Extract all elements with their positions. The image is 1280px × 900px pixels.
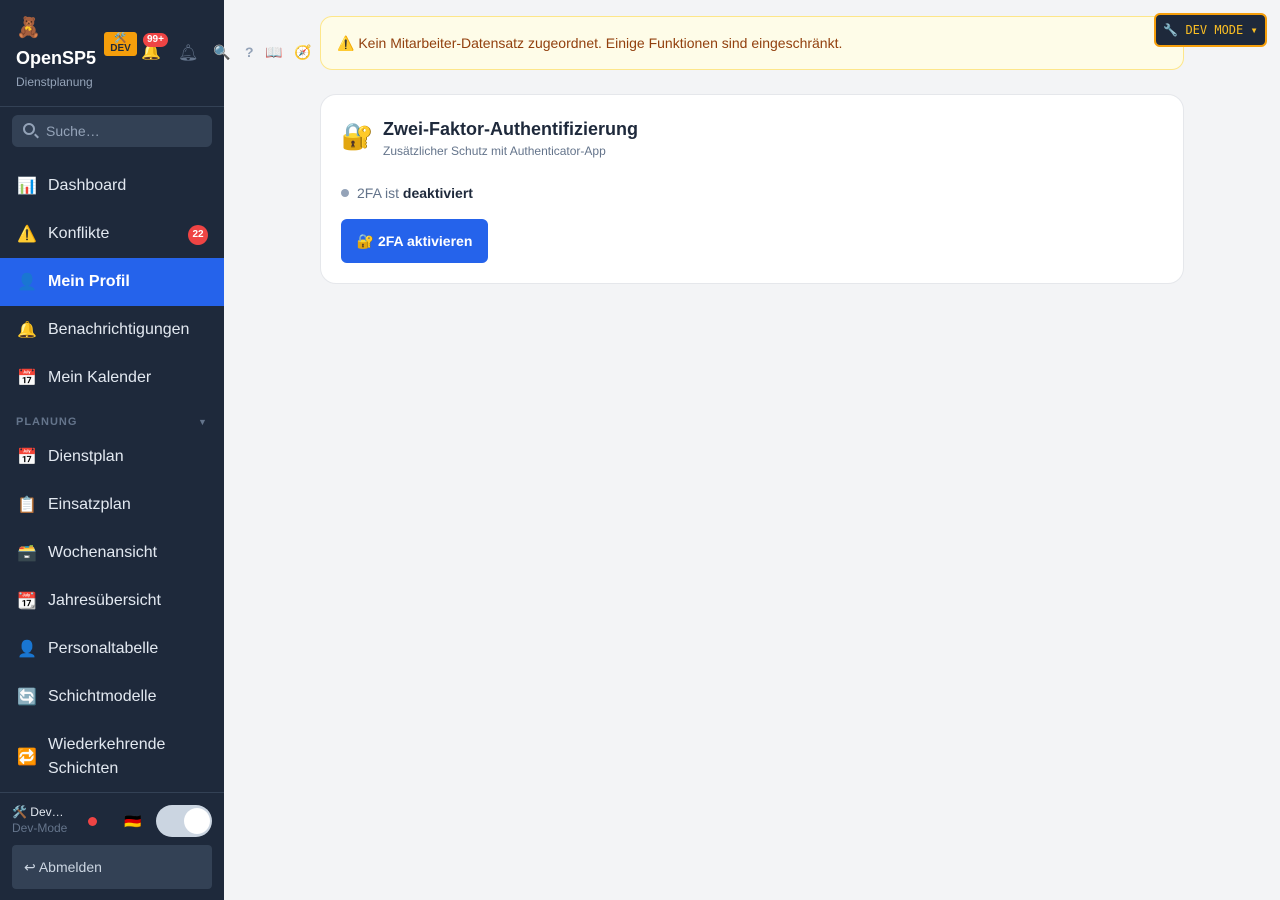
book-icon[interactable]: 📖	[265, 44, 282, 61]
tear-off-calendar-icon: 📆	[17, 593, 37, 610]
chevron-down-icon[interactable]: ▼	[198, 417, 207, 427]
user-name: 🛠️ Dev…	[12, 805, 64, 819]
nav-item-label: Wochenansicht	[48, 544, 158, 561]
section-label-planung[interactable]: PLANUNG	[16, 416, 77, 428]
user-role: Dev-Mode	[12, 821, 68, 835]
dev-badge: 🛠️ DEV	[104, 32, 137, 56]
card-title: Zwei-Faktor-Authentifizierung	[383, 119, 638, 139]
search-input[interactable]	[46, 115, 206, 147]
card-file-box-icon: 🗃️	[17, 545, 37, 562]
bell-icon: 🔔	[17, 322, 37, 339]
activate-2fa-button[interactable]: 🔐 2FA aktivieren	[341, 219, 488, 263]
nav-item-label: Dienstplan	[48, 448, 124, 465]
toggle-knob	[184, 808, 210, 834]
repeat-icon: 🔁	[17, 749, 37, 766]
nav-item-label: Jahresübersicht	[48, 592, 161, 609]
nav-item-label: Wiederkehrende Schichten	[48, 736, 166, 777]
status-dot	[88, 817, 97, 826]
calendar-icon: 📅	[17, 370, 37, 387]
search-icon	[23, 123, 35, 135]
card-subtitle: Zusätzlicher Schutz mit Authenticator-Ap…	[383, 144, 606, 158]
nav-item-label: Mein Profil	[48, 273, 130, 290]
status-value: deaktiviert	[402, 185, 473, 201]
sidebar-footer: 🛠️ Dev… Dev-Mode 🇩🇪 ↩ Abmelden	[0, 792, 224, 900]
compass-icon[interactable]: 🧭	[294, 44, 311, 61]
nav-item-label: Schichtmodelle	[48, 688, 157, 705]
user-icon: 👤	[17, 274, 37, 291]
two-factor-card: 🔐 Zwei-Faktor-Authentifizierung Zusätzli…	[320, 94, 1184, 284]
nav-item-wiederkehrende-schichten[interactable]: 🔁 Wiederkehrende Schichten	[0, 721, 224, 793]
refresh-icon: 🔄	[17, 689, 37, 706]
sidebar: 🧸 OpenSP5 Dienstplanung 🛠️ DEV 🔔 99+ 🔔︎ …	[0, 0, 311, 900]
sidebar-search	[12, 115, 212, 147]
nav-item-dashboard[interactable]: 📊 Dashboard	[0, 162, 224, 210]
sidebar-divider	[0, 106, 224, 107]
conflicts-count-badge: 22	[188, 225, 208, 245]
nav-item-dienstplan[interactable]: 📅 Dienstplan	[0, 433, 224, 481]
nav-item-label: Konflikte	[48, 225, 110, 242]
nav-item-schichtmodelle[interactable]: 🔄 Schichtmodelle	[0, 673, 224, 721]
nav-item-mein-kalender[interactable]: 📅 Mein Kalender	[0, 354, 224, 402]
chart-icon: 📊	[17, 178, 37, 195]
nav-item-label: Dashboard	[48, 177, 127, 194]
nav-item-label: Mein Kalender	[48, 369, 152, 386]
bear-logo-icon: 🧸	[16, 17, 41, 39]
nav-item-einsatzplan[interactable]: 📋 Einsatzplan	[0, 481, 224, 529]
dev-mode-dropdown[interactable]: 🔧 DEV MODE ▾	[1154, 13, 1267, 47]
nav-item-personaltabelle[interactable]: 👤 Personaltabelle	[0, 625, 224, 673]
search-icon[interactable]: 🔍	[213, 44, 230, 61]
nav-item-jahresuebersicht[interactable]: 📆 Jahresübersicht	[0, 577, 224, 625]
nav-item-benachrichtigungen[interactable]: 🔔 Benachrichtigungen	[0, 306, 224, 354]
nav-item-label: Einsatzplan	[48, 496, 131, 513]
brand: 🧸 OpenSP5 Dienstplanung	[16, 16, 96, 89]
notification-count-badge: 99+	[143, 33, 168, 47]
german-flag-icon[interactable]: 🇩🇪	[124, 813, 141, 830]
nav-item-label: Benachrichtigungen	[48, 321, 190, 338]
app-subtitle: Dienstplanung	[16, 75, 93, 89]
theme-toggle[interactable]	[156, 805, 212, 837]
dev-badge-label: DEV	[110, 43, 131, 54]
help-icon[interactable]: ?	[245, 44, 254, 60]
app-title: OpenSP5	[16, 48, 97, 68]
status-prefix: 2FA ist	[357, 185, 400, 201]
nav-item-label: Personaltabelle	[48, 640, 159, 657]
nav-item-mein-profil[interactable]: 👤 Mein Profil	[0, 258, 224, 306]
clipboard-icon: 📋	[17, 497, 37, 514]
warning-banner: ⚠️ Kein Mitarbeiter-Datensatz zugeordnet…	[320, 16, 1184, 70]
nav-item-wochenansicht[interactable]: 🗃️ Wochenansicht	[0, 529, 224, 577]
warning-icon: ⚠️	[17, 226, 37, 243]
bell-outline-icon[interactable]: 🔔︎	[178, 43, 198, 63]
logout-button[interactable]: ↩ Abmelden	[12, 845, 212, 889]
nav-item-konflikte[interactable]: ⚠️ Konflikte 22	[0, 210, 224, 258]
twofa-status: 2FA ist deaktiviert	[341, 185, 473, 201]
lock-key-icon: 🔐	[341, 121, 374, 151]
status-dot	[341, 189, 349, 197]
calendar-icon: 📅	[17, 449, 37, 466]
user-icon: 👤	[17, 641, 37, 658]
